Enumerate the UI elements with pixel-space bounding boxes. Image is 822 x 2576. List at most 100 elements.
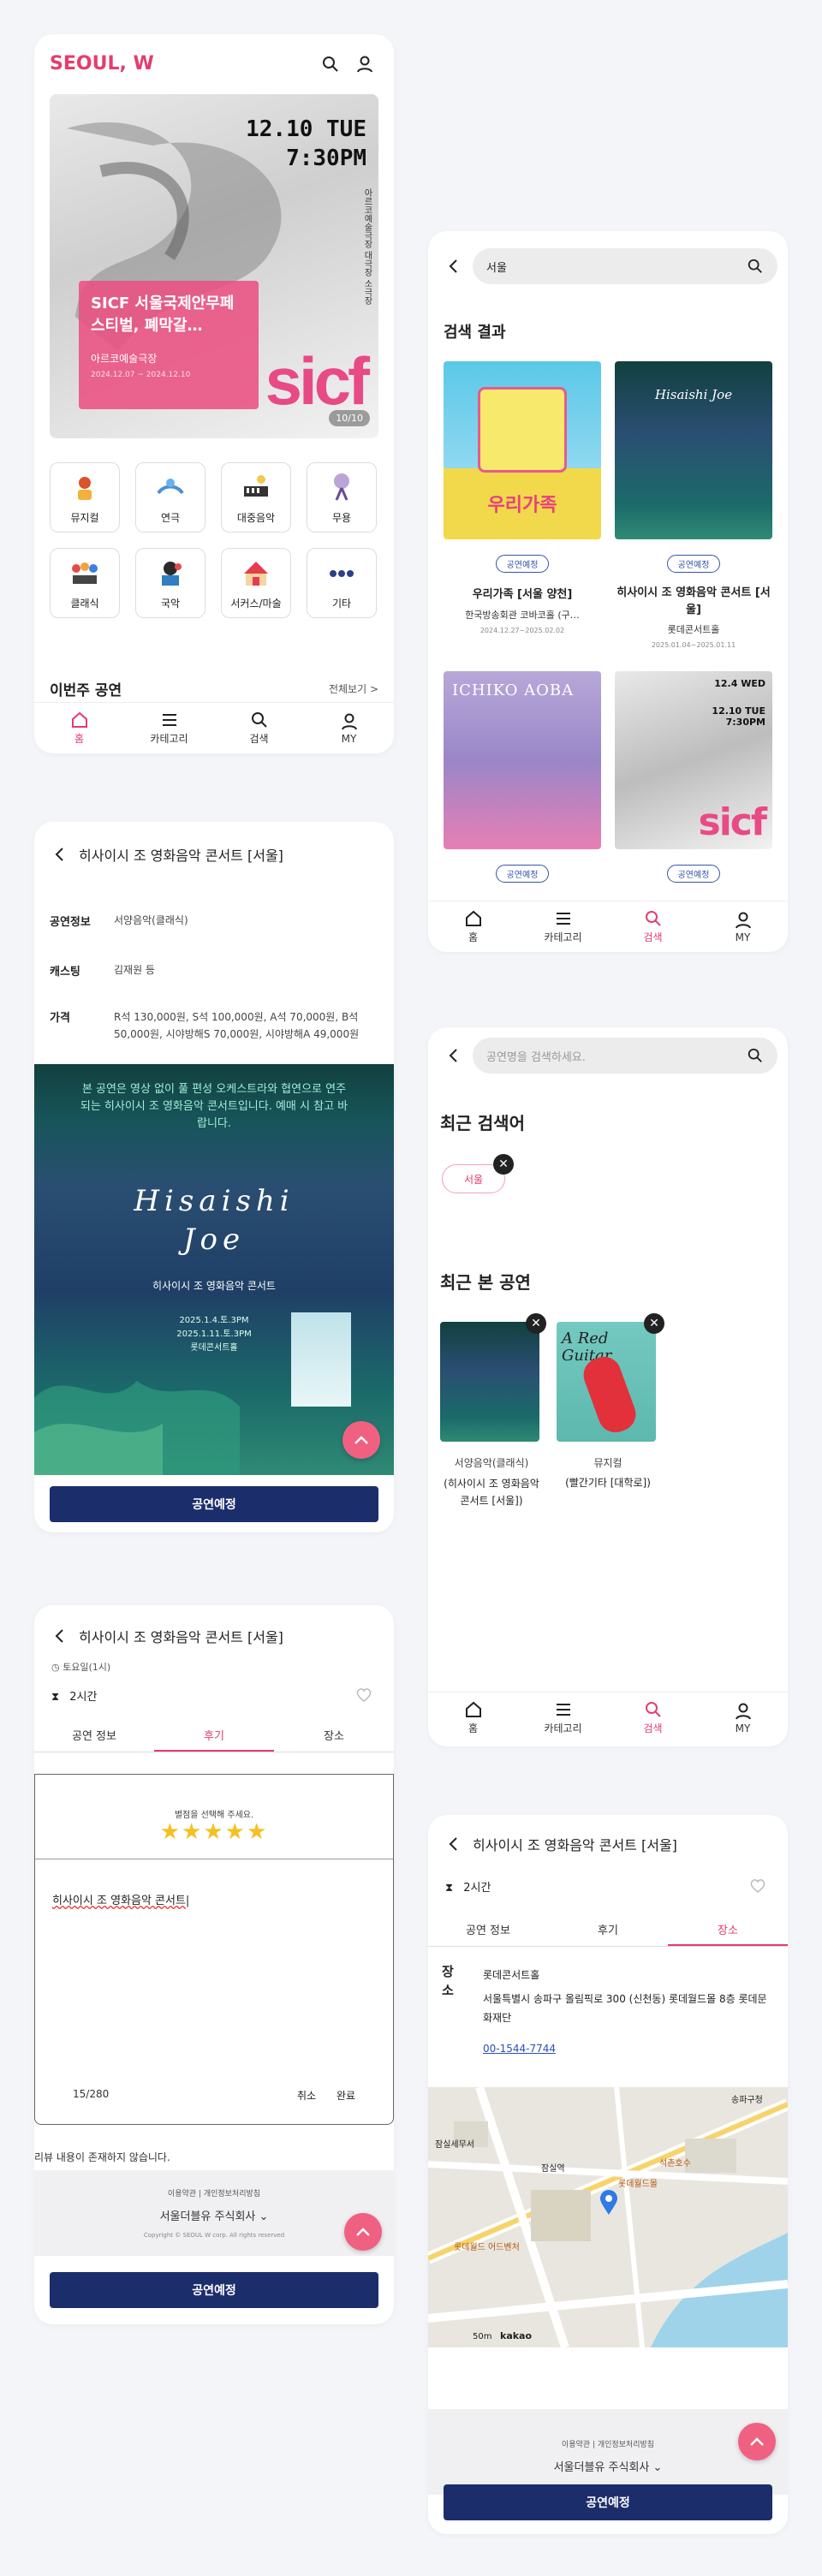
search-icon[interactable] xyxy=(747,1047,764,1064)
user-icon xyxy=(735,912,751,928)
star-icon[interactable]: ★ xyxy=(203,1819,224,1845)
recent-item[interactable]: A Red Guitar 뮤지컬 (빨간기타 [대학로]) xyxy=(557,1322,659,1490)
recent-title: (히사이시 조 영화음악 콘서트 [서울]) xyxy=(444,1478,539,1507)
result-poster: ICHIKO AOBA xyxy=(444,671,601,849)
back-arrow-icon[interactable] xyxy=(50,845,68,864)
terms-link[interactable]: 이용약관 xyxy=(562,2441,590,2449)
result-date: 2025.01.04~2025.01.11 xyxy=(651,641,736,649)
search-icon[interactable] xyxy=(747,258,764,275)
search-icon xyxy=(645,911,661,926)
map-pin-icon xyxy=(600,2190,617,2215)
hero-banner[interactable]: 12.10 TUE 7:30PM 아르코예술극장 대극장 소극장 sicf SI… xyxy=(50,94,378,438)
see-all-link[interactable]: 전체보기 > xyxy=(329,681,378,696)
result-card[interactable]: 12.4 WED 12.10 TUE 7:30PM sicf 공연예정 xyxy=(615,671,772,883)
tab-info[interactable]: 공연 정보 xyxy=(34,1727,154,1752)
category-pop-music[interactable]: 대중음악 xyxy=(221,462,291,532)
scroll-top-button[interactable] xyxy=(342,1421,380,1459)
privacy-link[interactable]: 개인정보처리방침 xyxy=(204,2190,260,2198)
nav-my[interactable]: MY xyxy=(713,911,773,943)
search-placeholder: 공연명을 검색하세요. xyxy=(486,1050,586,1064)
nav-my[interactable]: MY xyxy=(713,1702,773,1734)
cancel-button[interactable]: 취소 xyxy=(297,2088,316,2103)
tab-info[interactable]: 공연 정보 xyxy=(428,1921,548,1946)
heart-icon[interactable] xyxy=(749,1878,766,1894)
back-arrow-icon[interactable] xyxy=(50,1627,68,1645)
status-button[interactable]: 공연예정 xyxy=(50,1486,378,1522)
category-circus[interactable]: 서커스/마술 xyxy=(221,548,291,618)
category-musical[interactable]: 뮤지컬 xyxy=(50,462,120,532)
company-name[interactable]: 서울더블유 주식회사 ⌄ xyxy=(428,2458,788,2474)
nav-label: MY xyxy=(735,1722,751,1734)
map-label: 송파구청 xyxy=(731,2096,763,2105)
user-icon[interactable] xyxy=(355,55,374,74)
search-input[interactable]: 공연명을 검색하세요. xyxy=(473,1038,777,1074)
venue-phone-link[interactable]: 00-1544-7744 xyxy=(483,2043,556,2055)
nav-label: 검색 xyxy=(249,733,269,745)
tab-review[interactable]: 후기 xyxy=(548,1921,668,1946)
remove-chip-button[interactable]: ✕ xyxy=(493,1154,514,1175)
tab-venue[interactable]: 장소 xyxy=(668,1921,788,1946)
category-label: 뮤지컬 xyxy=(70,511,99,524)
search-icon[interactable] xyxy=(321,55,340,74)
results-heading: 검색 결과 xyxy=(444,324,506,342)
venue-map[interactable]: 송파구청 잠실세무서 롯데월드 어드벤처 롯데월드몰 석촌호수 잠실역 50m … xyxy=(428,2087,788,2347)
status-button[interactable]: 공연예정 xyxy=(50,2272,378,2308)
nav-category[interactable]: 카테고리 xyxy=(140,711,200,746)
recent-item[interactable]: 서양음악(클래식) (히사이시 조 영화음악 콘서트 [서울]) xyxy=(440,1322,543,1509)
nav-my[interactable]: MY xyxy=(319,712,379,745)
remove-recent-button[interactable]: ✕ xyxy=(644,1313,664,1334)
recent-genre: 뮤지컬 xyxy=(593,1457,622,1469)
back-arrow-icon[interactable] xyxy=(444,1046,462,1065)
scroll-top-button[interactable] xyxy=(344,2213,382,2251)
scroll-top-button[interactable] xyxy=(738,2423,776,2460)
logo-text: SEOUL, xyxy=(50,53,134,74)
nav-search[interactable]: 검색 xyxy=(229,711,289,746)
review-screen: 히사이시 조 영화음악 콘서트 [서울] ◷ 토요일(1시) ⧗ 2시간 공연 … xyxy=(34,1605,394,2324)
terms-link[interactable]: 이용약관 xyxy=(168,2190,196,2198)
nav-home[interactable]: 홈 xyxy=(444,909,503,944)
duration-row: ⧗ 2시간 xyxy=(445,1878,491,1895)
nav-search[interactable]: 검색 xyxy=(623,909,683,944)
star-icon[interactable]: ★ xyxy=(160,1819,182,1845)
star-icon[interactable]: ★ xyxy=(182,1819,203,1845)
search-input[interactable]: 서울 xyxy=(473,248,777,284)
back-arrow-icon[interactable] xyxy=(444,1835,462,1853)
info-value: 김재원 등 xyxy=(114,964,155,976)
privacy-link[interactable]: 개인정보처리방침 xyxy=(598,2441,654,2449)
recent-poster xyxy=(440,1322,539,1442)
category-classic[interactable]: 클래식 xyxy=(50,548,120,618)
result-card[interactable]: 우리가족 공연예정 우리가족 [서울 양천] 한국방송회관 코바코홀 (구… 2… xyxy=(444,361,601,634)
heart-icon[interactable] xyxy=(355,1687,372,1703)
remove-recent-button[interactable]: ✕ xyxy=(526,1313,546,1334)
nav-home[interactable]: 홈 xyxy=(50,711,110,746)
result-poster: 우리가족 xyxy=(444,361,601,539)
duration-row: ⧗ 2시간 xyxy=(51,1687,97,1704)
info-key: 공연정보 xyxy=(50,916,91,929)
status-button[interactable]: 공연예정 xyxy=(444,2484,772,2520)
category-gukak[interactable]: 국악 xyxy=(135,548,206,618)
star-rating[interactable]: ★★★★★ xyxy=(35,1819,393,1845)
nav-search[interactable]: 검색 xyxy=(623,1700,683,1735)
chip-label: 서울 xyxy=(463,1173,484,1186)
nav-home[interactable]: 홈 xyxy=(444,1700,503,1735)
category-theater[interactable]: 연극 xyxy=(135,462,206,532)
poster-title: ICHIKO AOBA xyxy=(452,681,575,699)
star-icon[interactable]: ★ xyxy=(247,1819,268,1845)
nav-category[interactable]: 카테고리 xyxy=(533,909,593,944)
review-textarea[interactable]: 히사이시 조 영화음악 콘서트| xyxy=(52,1891,378,2045)
result-card[interactable]: Hisaishi Joe 공연예정 히사이시 조 영화음악 콘서트 [서울] 롯… xyxy=(615,361,772,649)
classic-icon xyxy=(72,562,98,584)
category-etc[interactable]: 기타 xyxy=(307,548,377,618)
nav-category[interactable]: 카테고리 xyxy=(533,1700,593,1735)
red-guitar-art xyxy=(578,1352,641,1437)
result-card[interactable]: ICHIKO AOBA 공연예정 xyxy=(444,671,601,883)
footer: 이용약관 | 개인정보처리방침 서울더블유 주식회사 ⌄ xyxy=(428,2409,788,2495)
tab-venue[interactable]: 장소 xyxy=(274,1727,394,1752)
tab-review[interactable]: 후기 xyxy=(154,1727,274,1752)
star-icon[interactable]: ★ xyxy=(225,1819,247,1845)
app-logo[interactable]: SEOUL, W xyxy=(50,53,154,74)
category-dance[interactable]: 무용 xyxy=(307,462,377,532)
company-name[interactable]: 서울더블유 주식회사 ⌄ xyxy=(34,2207,394,2223)
done-button[interactable]: 완료 xyxy=(337,2088,355,2103)
back-arrow-icon[interactable] xyxy=(444,257,462,276)
